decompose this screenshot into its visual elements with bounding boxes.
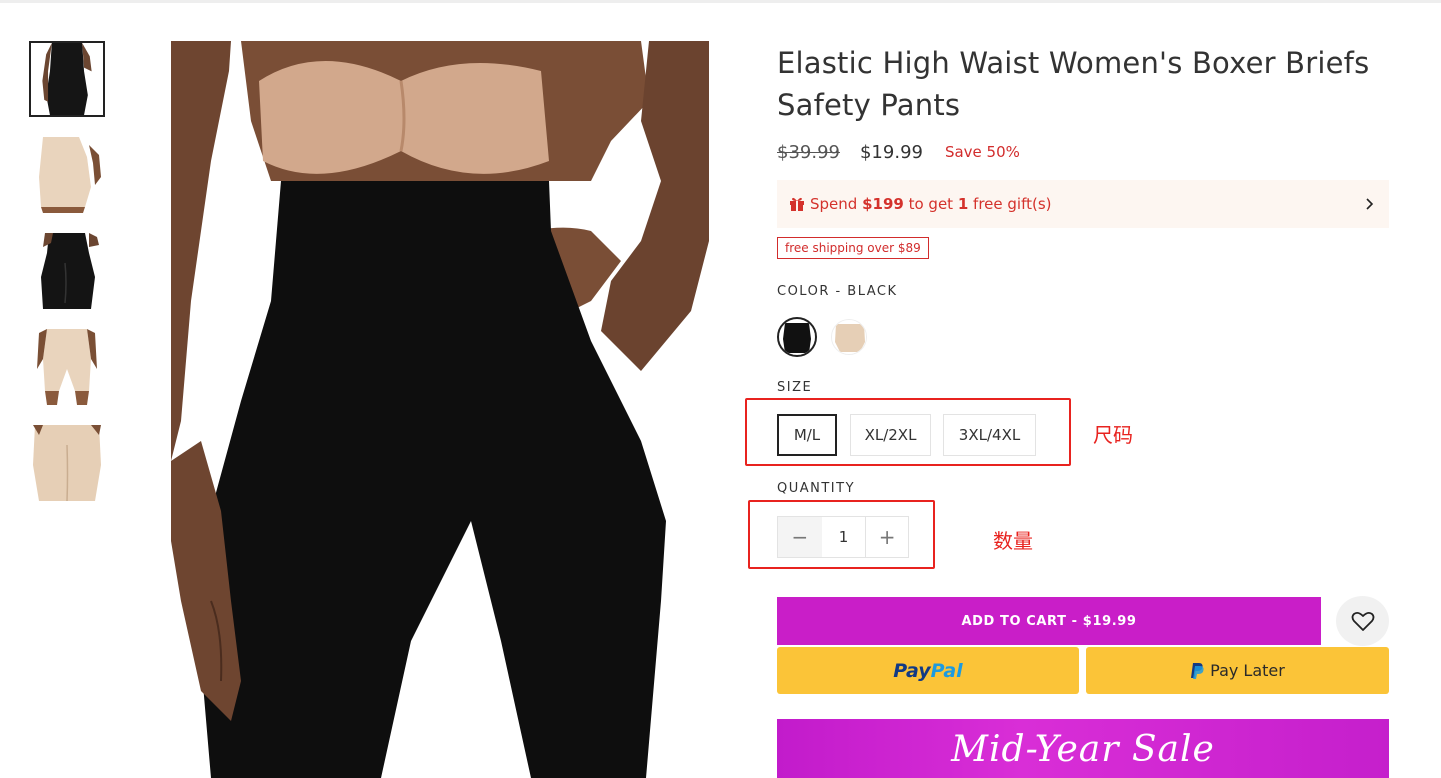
gift-text-middle: to get (903, 195, 958, 213)
promo-banner-text: Mid-Year Sale (951, 729, 1215, 770)
main-product-image[interactable] (171, 41, 709, 778)
paypal-logo-part2: Pal (930, 659, 963, 682)
heart-icon (1351, 611, 1374, 631)
paypal-logo-part1: Pay (893, 659, 931, 682)
thumbnail-image (29, 233, 105, 309)
top-divider (0, 0, 1441, 3)
thumbnail-beige-back[interactable] (29, 425, 105, 501)
pay-later-button[interactable]: Pay Later (1086, 647, 1389, 694)
chevron-right-icon (1366, 198, 1374, 210)
paypal-p-icon (1191, 662, 1204, 679)
current-price: $19.99 (859, 141, 923, 163)
gift-promo-bar[interactable]: Spend $199 to get 1 free gift(s) (777, 180, 1389, 228)
thumbnail-image (29, 425, 105, 501)
thumbnail-image (31, 43, 103, 115)
color-swatch-black[interactable] (779, 319, 815, 355)
size-highlight-box (745, 398, 1071, 466)
thumbnail-black-front[interactable] (29, 41, 105, 117)
gift-icon (790, 197, 804, 211)
color-swatch-beige[interactable] (831, 319, 867, 355)
paypal-button[interactable]: Pay Pal (777, 647, 1079, 694)
swatch-image (832, 320, 866, 354)
original-price: $39.99 (777, 141, 840, 163)
quantity-label: QUANTITY (777, 481, 856, 496)
product-photo (171, 41, 709, 778)
color-label: COLOR - BLACK (777, 284, 898, 299)
gift-text-after: free gift(s) (968, 195, 1052, 213)
free-shipping-badge: free shipping over $89 (777, 237, 929, 259)
mid-year-sale-banner[interactable]: Mid-Year Sale (777, 719, 1389, 778)
quantity-annotation: 数量 (993, 529, 1033, 553)
save-badge: Save 50% (944, 143, 1020, 161)
size-annotation: 尺码 (1093, 423, 1133, 447)
gift-amount: $199 (862, 195, 904, 213)
thumbnail-beige-side[interactable] (29, 137, 105, 213)
gift-text-before: Spend (810, 195, 863, 213)
pay-later-label: Pay Later (1210, 661, 1285, 680)
gift-count: 1 (957, 195, 969, 213)
product-title: Elastic High Waist Women's Boxer Briefs … (777, 46, 1370, 122)
thumbnail-black-back[interactable] (29, 233, 105, 309)
thumbnail-image (29, 329, 105, 405)
swatch-image (779, 319, 815, 355)
add-to-cart-button[interactable]: ADD TO CART - $19.99 (777, 597, 1321, 645)
wishlist-button[interactable] (1336, 596, 1389, 646)
quantity-highlight-box (748, 500, 935, 569)
thumbnail-beige-front[interactable] (29, 329, 105, 405)
size-label: SIZE (777, 380, 813, 395)
thumbnail-image (29, 137, 105, 213)
price-row: $39.99 $19.99 Save 50% (777, 140, 1020, 164)
